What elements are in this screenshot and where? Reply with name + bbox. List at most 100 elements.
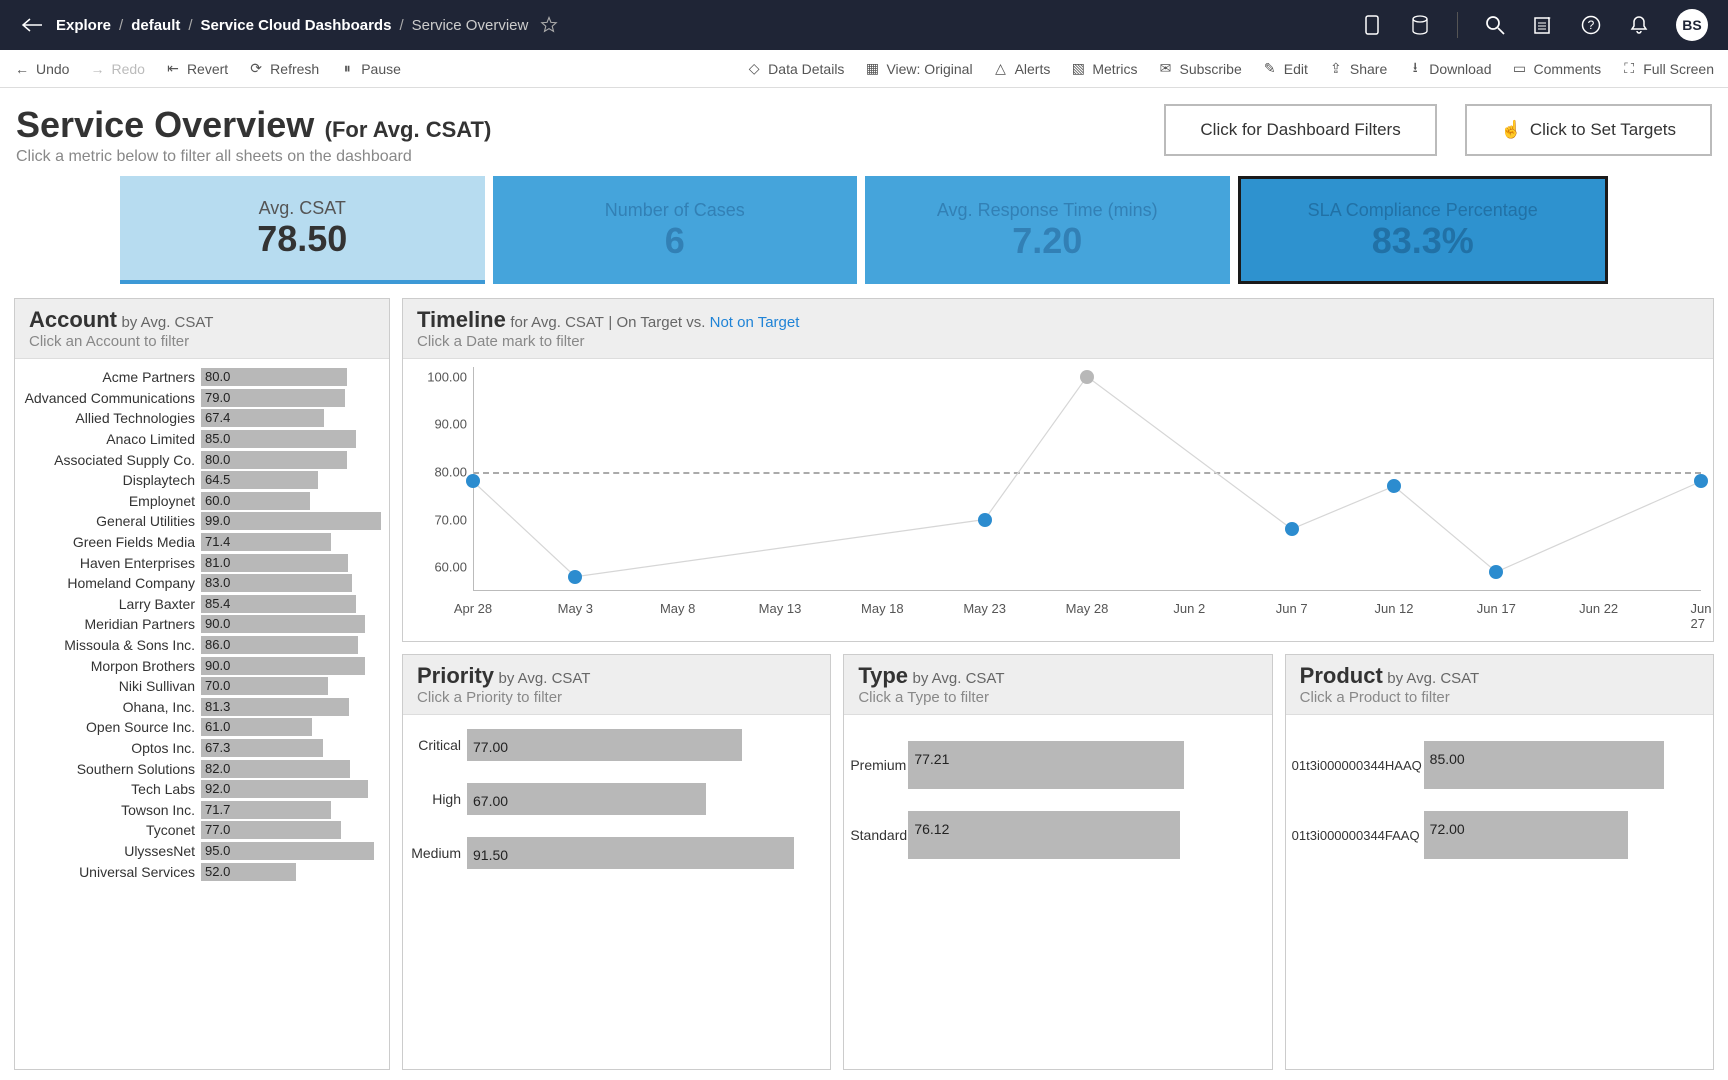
- account-row[interactable]: Homeland Company 83.0: [21, 573, 383, 594]
- crumb-separator: /: [399, 17, 403, 34]
- account-name: Associated Supply Co.: [21, 452, 201, 468]
- account-row[interactable]: Anaco Limited 85.0: [21, 429, 383, 450]
- account-row[interactable]: Open Source Inc. 61.0: [21, 717, 383, 738]
- account-value: 99.0: [205, 513, 230, 528]
- account-row[interactable]: Southern Solutions 82.0: [21, 758, 383, 779]
- bar-value: 77.00: [473, 739, 508, 755]
- bar-label: High: [409, 791, 467, 807]
- account-name: Advanced Communications: [21, 390, 201, 406]
- account-list[interactable]: Acme Partners 80.0Advanced Communication…: [15, 359, 389, 1069]
- notifications-bell-icon[interactable]: [1628, 14, 1650, 36]
- set-targets-label: Click to Set Targets: [1530, 120, 1676, 140]
- edit-button[interactable]: ✎Edit: [1262, 61, 1308, 77]
- view-button[interactable]: ▦View: Original: [864, 61, 972, 77]
- tile-value: 7.20: [1012, 221, 1082, 261]
- timeline-legend: | On Target vs. Not on Target: [608, 314, 799, 331]
- timeline-point[interactable]: [568, 570, 582, 584]
- account-row[interactable]: Acme Partners 80.0: [21, 367, 383, 388]
- account-row[interactable]: Associated Supply Co. 80.0: [21, 449, 383, 470]
- timeline-point[interactable]: [1285, 522, 1299, 536]
- list-icon[interactable]: [1532, 14, 1554, 36]
- tile-number-cases[interactable]: Number of Cases 6: [493, 176, 858, 284]
- bar-row[interactable]: High67.00: [409, 783, 824, 815]
- account-name: Meridian Partners: [21, 616, 201, 632]
- dashboard-filters-label: Click for Dashboard Filters: [1200, 120, 1400, 140]
- account-row[interactable]: Niki Sullivan 70.0: [21, 676, 383, 697]
- account-row[interactable]: Universal Services 52.0: [21, 861, 383, 882]
- account-row[interactable]: Meridian Partners 90.0: [21, 614, 383, 635]
- account-row[interactable]: Ohana, Inc. 81.3: [21, 697, 383, 718]
- account-name: Haven Enterprises: [21, 555, 201, 571]
- panel-title: Account: [29, 307, 117, 332]
- account-row[interactable]: Optos Inc. 67.3: [21, 738, 383, 759]
- x-tick: May 13: [759, 591, 802, 616]
- pause-button[interactable]: ⏸Pause: [339, 61, 401, 77]
- bar-row[interactable]: 01t3i000000344FAAQ72.00: [1292, 811, 1707, 859]
- account-panel: Account by Avg. CSAT Click an Account to…: [14, 298, 390, 1070]
- help-icon[interactable]: ?: [1580, 14, 1602, 36]
- search-icon[interactable]: [1484, 14, 1506, 36]
- favorite-star-icon[interactable]: [540, 16, 558, 34]
- account-row[interactable]: Tech Labs 92.0: [21, 779, 383, 800]
- redo-button[interactable]: →Redo: [89, 61, 144, 77]
- account-name: Acme Partners: [21, 369, 201, 385]
- panel-hint: Click a Priority to filter: [417, 689, 816, 706]
- account-row[interactable]: General Utilities 99.0: [21, 511, 383, 532]
- account-name: Ohana, Inc.: [21, 699, 201, 715]
- x-tick: May 28: [1066, 591, 1109, 616]
- account-row[interactable]: Larry Baxter 85.4: [21, 594, 383, 615]
- back-arrow-icon[interactable]: [20, 17, 42, 33]
- panel-hint: Click an Account to filter: [29, 333, 375, 350]
- tile-response-time[interactable]: Avg. Response Time (mins) 7.20: [865, 176, 1230, 284]
- account-row[interactable]: Tyconet 77.0: [21, 820, 383, 841]
- account-row[interactable]: Morpon Brothers 90.0: [21, 655, 383, 676]
- priority-chart[interactable]: Critical77.00 High67.00 Medium91.50: [403, 715, 830, 1069]
- subscribe-button[interactable]: ✉Subscribe: [1157, 61, 1241, 77]
- timeline-chart[interactable]: 100.0090.0080.0070.0060.00Apr 28May 3May…: [403, 359, 1713, 641]
- tile-avg-csat[interactable]: Avg. CSAT 78.50: [120, 176, 485, 284]
- data-source-icon[interactable]: [1409, 14, 1431, 36]
- account-row[interactable]: Employnet 60.0: [21, 491, 383, 512]
- account-name: Optos Inc.: [21, 740, 201, 756]
- user-avatar[interactable]: BS: [1676, 9, 1708, 41]
- download-button[interactable]: ⭳Download: [1407, 61, 1491, 77]
- comments-button[interactable]: ▭Comments: [1512, 61, 1602, 77]
- bar-row[interactable]: Medium91.50: [409, 837, 824, 869]
- account-row[interactable]: Allied Technologies 67.4: [21, 408, 383, 429]
- share-button[interactable]: ⇪Share: [1328, 61, 1387, 77]
- revert-button[interactable]: ⇤Revert: [165, 61, 228, 77]
- fullscreen-icon: ⛶: [1621, 61, 1637, 77]
- data-details-button[interactable]: ◇Data Details: [746, 61, 844, 77]
- tile-sla-compliance[interactable]: SLA Compliance Percentage 83.3%: [1238, 176, 1609, 284]
- timeline-point[interactable]: [1080, 370, 1094, 384]
- timeline-point[interactable]: [1694, 474, 1708, 488]
- bar-row[interactable]: Critical77.00: [409, 729, 824, 761]
- account-row[interactable]: UlyssesNet 95.0: [21, 841, 383, 862]
- account-row[interactable]: Displaytech 64.5: [21, 470, 383, 491]
- dashboard-filters-button[interactable]: Click for Dashboard Filters: [1164, 104, 1436, 156]
- account-row[interactable]: Towson Inc. 71.7: [21, 799, 383, 820]
- set-targets-button[interactable]: ☝Click to Set Targets: [1465, 104, 1712, 156]
- crumb-separator: /: [119, 17, 123, 34]
- type-chart[interactable]: Premium77.21 Standard76.12: [844, 715, 1271, 1069]
- account-row[interactable]: Advanced Communications 79.0: [21, 388, 383, 409]
- alerts-button[interactable]: △Alerts: [993, 61, 1051, 77]
- crumb-explore[interactable]: Explore: [56, 17, 111, 34]
- chart-icon: ▧: [1070, 61, 1086, 77]
- full-screen-button[interactable]: ⛶Full Screen: [1621, 61, 1714, 77]
- bar-row[interactable]: Premium77.21: [850, 741, 1265, 789]
- bar-label: Premium: [850, 757, 908, 773]
- refresh-button[interactable]: ⟳Refresh: [248, 61, 319, 77]
- undo-button[interactable]: ←Undo: [14, 61, 69, 77]
- crumb-folder[interactable]: Service Cloud Dashboards: [201, 17, 392, 34]
- product-chart[interactable]: 01t3i000000344HAAQ85.00 01t3i000000344FAA…: [1286, 715, 1713, 1069]
- account-row[interactable]: Missoula & Sons Inc. 86.0: [21, 635, 383, 656]
- device-preview-icon[interactable]: [1361, 14, 1383, 36]
- bar-row[interactable]: Standard76.12: [850, 811, 1265, 859]
- crumb-default[interactable]: default: [131, 17, 180, 34]
- timeline-point[interactable]: [978, 513, 992, 527]
- account-row[interactable]: Green Fields Media 71.4: [21, 532, 383, 553]
- bar-row[interactable]: 01t3i000000344HAAQ85.00: [1292, 741, 1707, 789]
- metrics-button[interactable]: ▧Metrics: [1070, 61, 1137, 77]
- account-row[interactable]: Haven Enterprises 81.0: [21, 552, 383, 573]
